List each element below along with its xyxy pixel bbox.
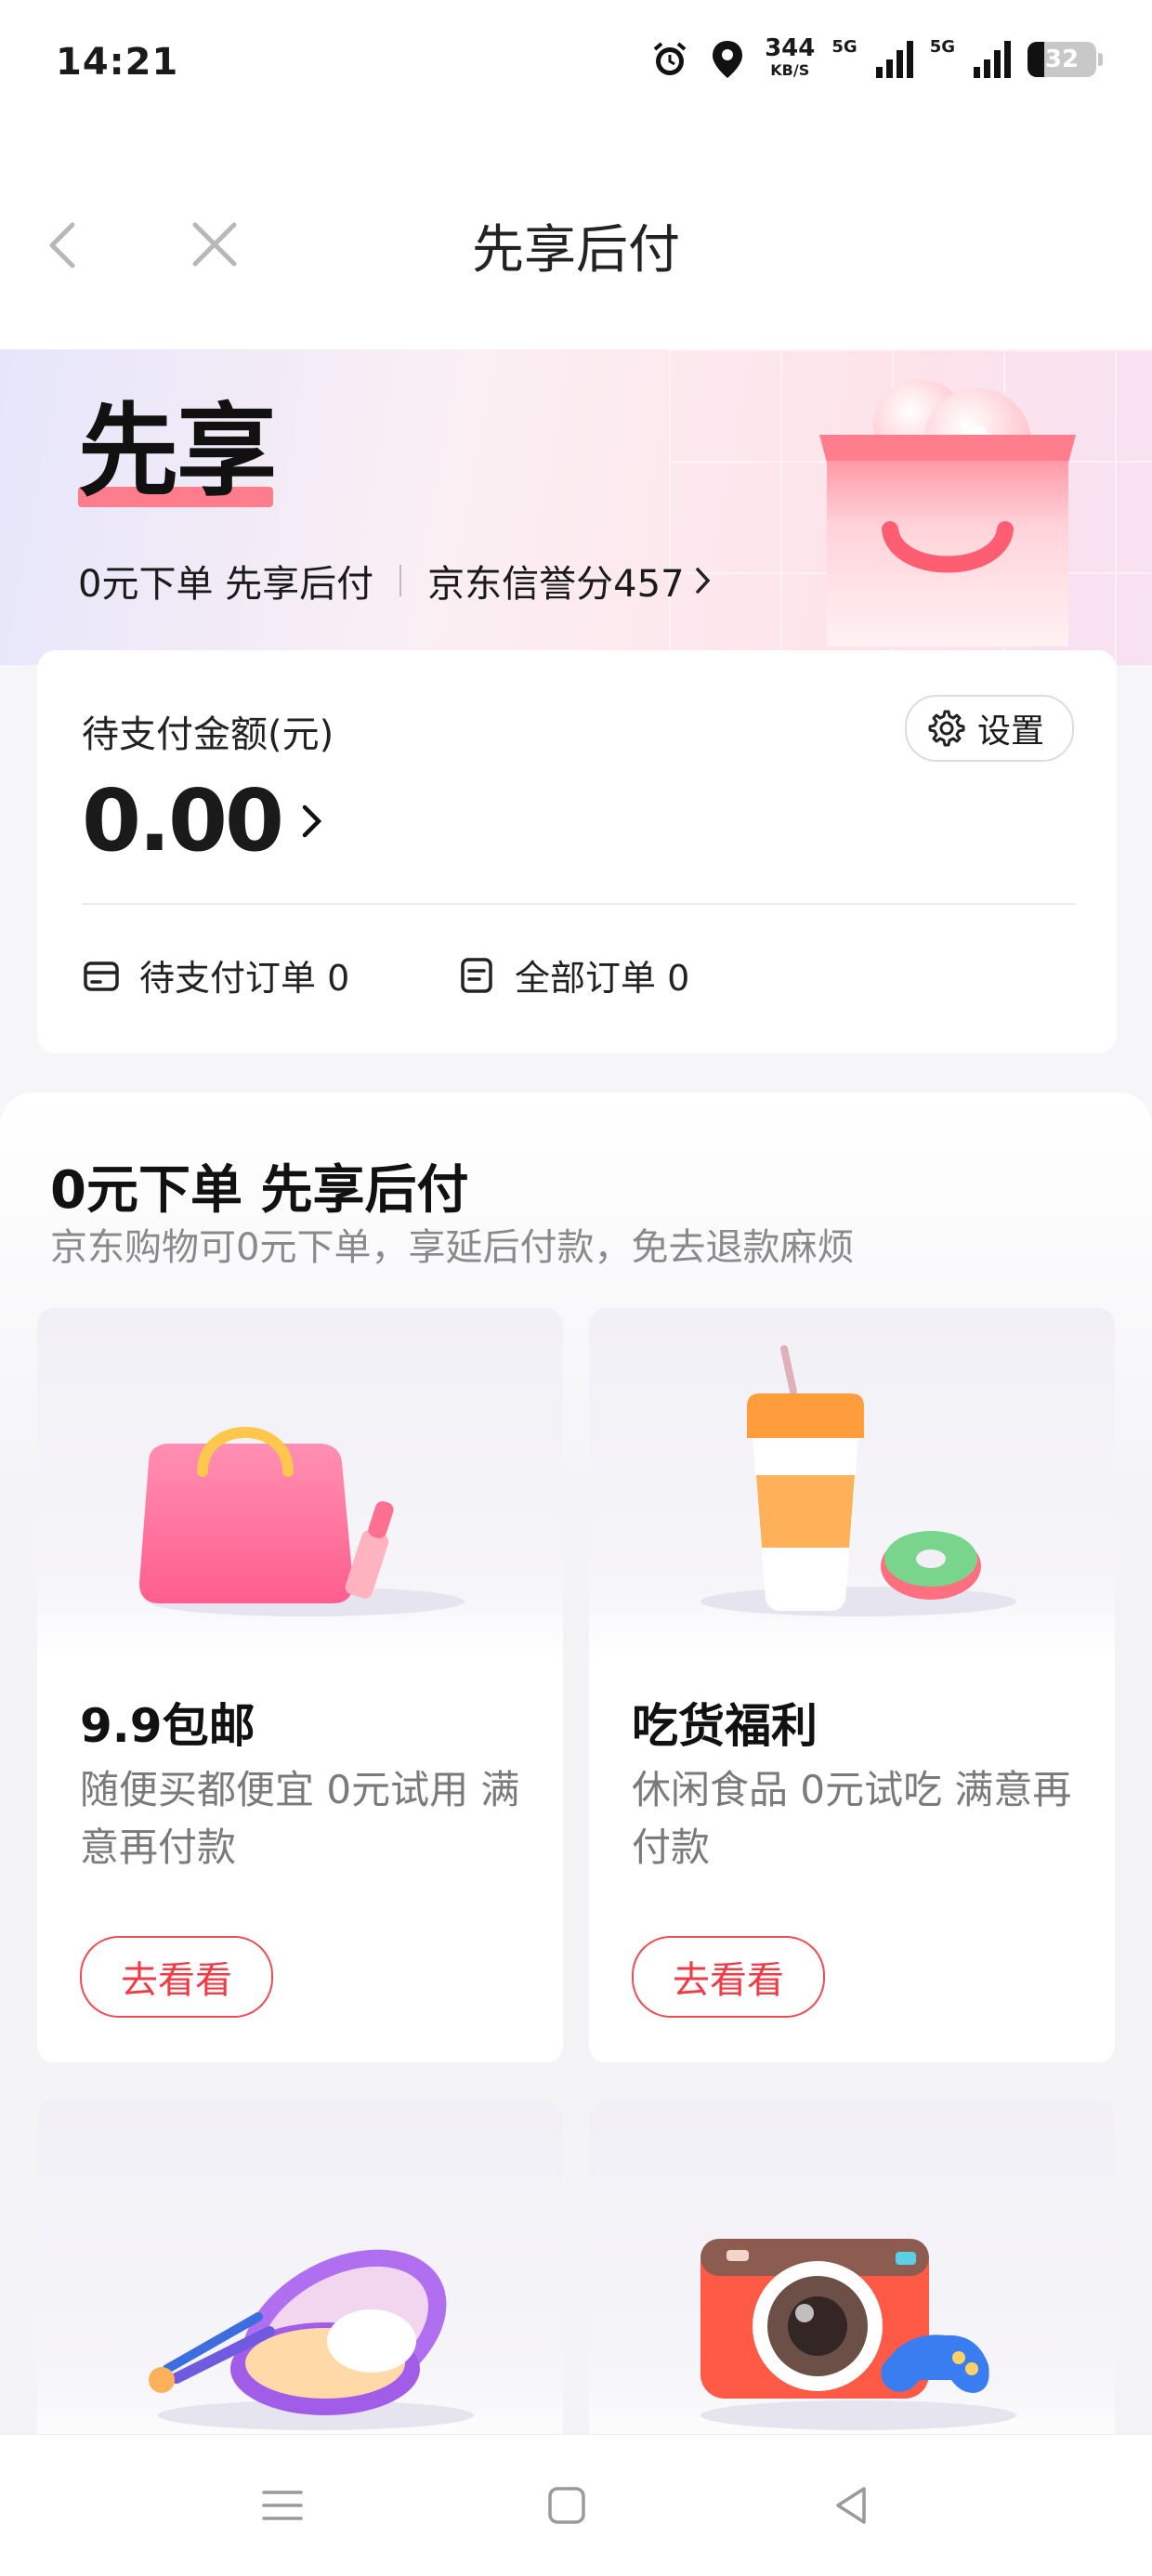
location-icon <box>707 39 748 80</box>
shopping-bag-illustration-icon <box>818 370 1078 648</box>
alarm-icon <box>649 39 690 80</box>
nav-bar: 先享后付 <box>0 137 1152 351</box>
promo-tile-cosmetics[interactable] <box>37 2099 563 2452</box>
card-icon <box>84 961 119 991</box>
view-button[interactable]: 去看看 <box>80 1936 273 2018</box>
all-orders-link[interactable]: 全部订单 0 <box>457 949 689 1000</box>
coffee-cup-icon <box>589 1308 1115 1661</box>
status-icons: 344 KB/S 5G 5G 32 <box>649 34 1103 82</box>
tile-title: 9.9包邮 <box>80 1699 255 1753</box>
shopping-bag-icon <box>37 1308 563 1661</box>
promo-section: 0元下单 先享后付 京东购物可0元下单，享延后付款，免去退款麻烦 9.9包邮 随… <box>0 1092 1152 2452</box>
hero-title: 先享 <box>78 394 277 510</box>
settings-button[interactable]: 设置 <box>904 695 1074 762</box>
signal-bars-2-icon <box>974 41 1011 78</box>
back-triangle-icon[interactable] <box>821 2476 881 2535</box>
pending-amount-label: 待支付金额(元) <box>82 713 334 756</box>
pending-orders-link[interactable]: 待支付订单 0 <box>82 949 349 1000</box>
status-time: 14:21 <box>56 41 179 84</box>
system-navigation-bar <box>0 2434 1152 2576</box>
hero-slogan: 0元下单 先享后付 <box>78 563 374 606</box>
page-title: 先享后付 <box>472 220 680 281</box>
settings-label: 设置 <box>976 713 1044 751</box>
card-divider <box>82 903 1076 905</box>
menu-icon[interactable] <box>253 2476 312 2535</box>
chevron-right-icon <box>302 804 322 837</box>
signal-bars-1-icon <box>875 41 913 78</box>
cosmetics-compact-icon <box>37 2099 563 2452</box>
promo-tile-snacks[interactable]: 吃货福利 休闲食品 0元试吃 满意再付款 去看看 <box>589 1308 1115 2062</box>
pending-amount-link[interactable]: 0.00 <box>82 771 326 870</box>
pending-orders-label: 待支付订单 0 <box>139 958 350 999</box>
net-speed: 344 KB/S <box>765 34 816 79</box>
chevron-right-icon <box>695 568 710 594</box>
tile-title: 吃货福利 <box>632 1699 818 1753</box>
credit-score-link[interactable]: 京东信誉分457 <box>427 554 712 608</box>
gear-icon <box>928 710 965 747</box>
battery-icon: 32 <box>1028 42 1103 77</box>
credit-score-label: 京东信誉分457 <box>427 563 685 606</box>
signal-2-label: 5G <box>929 37 955 57</box>
camera-icon <box>589 2099 1115 2452</box>
promo-title: 0元下单 先享后付 <box>50 1160 469 1221</box>
signal-1-label: 5G <box>831 37 857 57</box>
promo-subtitle: 京东购物可0元下单，享延后付款，免去退款麻烦 <box>50 1226 855 1269</box>
home-icon[interactable] <box>537 2476 596 2535</box>
tile-description: 休闲食品 0元试吃 满意再付款 <box>632 1767 1072 1870</box>
all-orders-label: 全部订单 0 <box>515 958 690 999</box>
status-bar: 14:21 344 KB/S 5G 5G 32 <box>0 0 1152 137</box>
hero-banner: 先享 0元下单 先享后付 京东信誉分457 <box>0 349 1152 665</box>
hero-subline: 0元下单 先享后付 京东信誉分457 <box>78 554 713 608</box>
hero-divider <box>399 565 402 596</box>
document-icon <box>461 957 492 993</box>
promo-tile-free-shipping[interactable]: 9.9包邮 随便买都便宜 0元试用 满意再付款 去看看 <box>37 1308 563 2062</box>
promo-tile-digital[interactable] <box>589 2099 1115 2452</box>
pending-amount-value: 0.00 <box>82 771 284 870</box>
tile-description: 随便买都便宜 0元试用 满意再付款 <box>80 1767 520 1870</box>
payment-summary-card: 待支付金额(元) 0.00 设置 待支付订单 0 全部订单 0 <box>37 650 1117 1053</box>
view-button[interactable]: 去看看 <box>632 1936 825 2018</box>
